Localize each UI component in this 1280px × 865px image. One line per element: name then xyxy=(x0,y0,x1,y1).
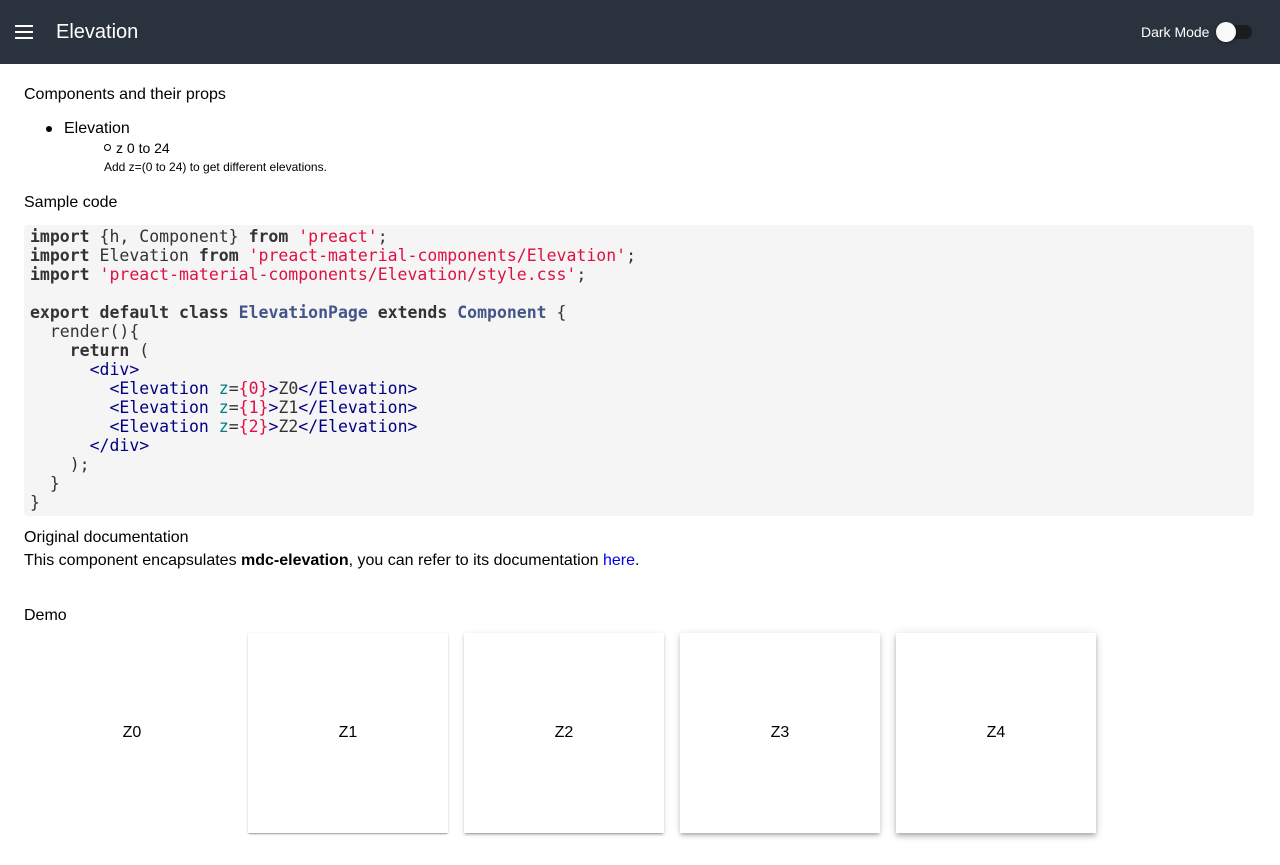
code-line: <Elevation z={0}>Z0</Elevation> xyxy=(109,379,418,398)
sample-code-heading: Sample code xyxy=(24,194,118,211)
prop-description: Add z=(0 to 24) to get different elevati… xyxy=(104,160,327,174)
code-line: return ( xyxy=(69,341,150,360)
card-label: Z1 xyxy=(338,724,358,741)
prop-name: z xyxy=(116,140,123,156)
code-content: import {h, Component} from 'preact'; imp… xyxy=(30,227,636,512)
code-line: import {h, Component} from 'preact'; xyxy=(30,227,388,246)
dark-mode-toggle[interactable] xyxy=(1216,22,1252,42)
elevation-card-z1: Z1 xyxy=(248,633,448,833)
code-line: export default class ElevationPage exten… xyxy=(30,303,567,322)
menu-icon[interactable] xyxy=(12,20,36,44)
code-line: } xyxy=(30,474,60,493)
code-line: <Elevation z={1}>Z1</Elevation> xyxy=(109,398,418,417)
top-app-bar: Elevation Dark Mode xyxy=(0,0,1280,64)
bullet-disc-icon xyxy=(46,126,52,132)
code-line: </div> xyxy=(89,436,150,455)
code-line: import Elevation from 'preact-material-c… xyxy=(30,246,637,265)
elevation-card-z0: Z0 xyxy=(32,633,232,833)
docs-link[interactable]: here xyxy=(603,552,635,569)
toggle-thumb[interactable] xyxy=(1216,22,1236,42)
card-label: Z0 xyxy=(122,724,142,741)
component-name: Elevation xyxy=(64,120,130,137)
card-label: Z2 xyxy=(554,724,574,741)
elevation-card-z4: Z4 xyxy=(896,633,1096,833)
code-line: <Elevation z={2}>Z2</Elevation> xyxy=(109,417,418,436)
original-docs-text: This component encapsulates mdc-elevatio… xyxy=(24,552,639,570)
elevation-card-z3: Z3 xyxy=(680,633,880,833)
elevation-card-z2: Z2 xyxy=(464,633,664,833)
card-label: Z3 xyxy=(770,724,790,741)
card-label: Z4 xyxy=(986,724,1006,741)
dark-mode-label: Dark Mode xyxy=(1141,24,1210,40)
bullet-circle-icon xyxy=(104,144,111,151)
code-line: ); xyxy=(30,455,90,474)
code-line: render(){ xyxy=(30,322,140,341)
demo-heading: Demo xyxy=(24,607,67,624)
docs-text-after: . xyxy=(635,552,640,569)
code-line: } xyxy=(30,493,40,512)
props-heading: Components and their props xyxy=(24,86,226,103)
original-docs-heading: Original documentation xyxy=(24,529,189,546)
prop-range: 0 to 24 xyxy=(126,140,170,156)
code-line: <div> xyxy=(89,360,140,379)
docs-text-middle: , you can refer to its documentation xyxy=(348,552,603,569)
code-line: import 'preact-material-components/Eleva… xyxy=(30,265,587,284)
docs-text-before: This component encapsulates xyxy=(24,552,242,569)
prop-item: z 0 to 24 xyxy=(116,140,170,156)
docs-component-name: mdc-elevation xyxy=(241,552,349,569)
app-title: Elevation xyxy=(56,21,139,43)
